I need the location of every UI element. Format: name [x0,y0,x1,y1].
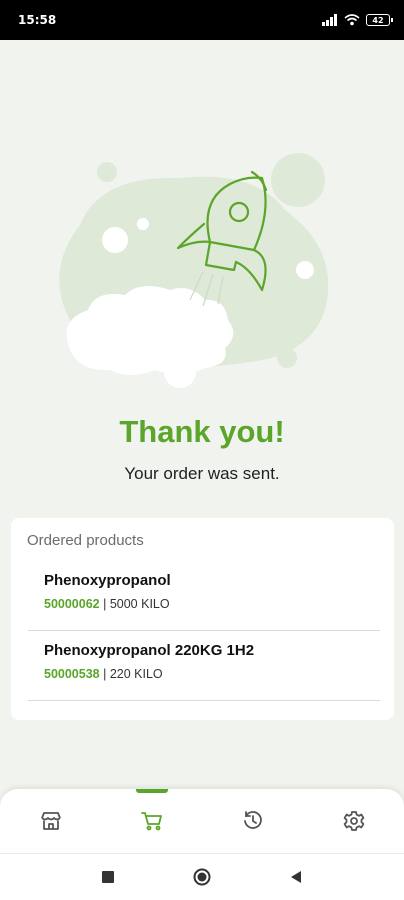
status-icons: 42 [322,14,393,26]
product-list-item[interactable]: Phenoxypropanol 220KG 1H2 50000538 | 220… [28,631,380,701]
tab-history[interactable] [223,789,283,853]
thank-you-title: Thank you! [119,414,285,449]
battery-icon: 42 [366,14,393,26]
status-time: 15:58 [18,13,57,27]
circle-icon [193,868,211,886]
status-bar: 15:58 42 [0,0,404,40]
product-meta: 50000062 | 5000 KILO [44,597,170,611]
signal-icon [322,14,337,26]
tab-settings[interactable] [324,789,384,853]
product-name: Phenoxypropanol [44,572,171,589]
settings-icon [343,811,364,831]
product-list-item[interactable]: Phenoxypropanol 50000062 | 5000 KILO [28,561,380,631]
history-icon [243,811,262,829]
recents-button[interactable] [96,865,120,889]
ordered-products-card: Ordered products Phenoxypropanol 5000006… [11,518,394,720]
ordered-products-heading: Ordered products [27,532,144,549]
product-code: 50000062 [44,597,100,611]
cart-icon [140,812,162,831]
active-tab-indicator [135,789,168,793]
square-icon [102,871,114,883]
system-navigation-bar [0,853,404,900]
product-quantity: | 5000 KILO [103,597,170,611]
bottom-tab-bar [0,789,404,853]
store-icon [40,812,61,830]
order-sent-subtitle: Your order was sent. [124,464,280,483]
tab-cart[interactable] [122,789,182,853]
wifi-icon [344,14,360,26]
back-button[interactable] [284,865,308,889]
rocket-illustration [59,153,329,388]
home-button[interactable] [190,865,214,889]
product-name: Phenoxypropanol 220KG 1H2 [44,642,255,659]
battery-level: 42 [372,15,384,25]
tab-store[interactable] [21,789,81,853]
product-quantity: | 220 KILO [103,667,163,681]
product-code: 50000538 [44,667,100,681]
product-meta: 50000538 | 220 KILO [44,667,163,681]
triangle-back-icon [291,871,301,883]
